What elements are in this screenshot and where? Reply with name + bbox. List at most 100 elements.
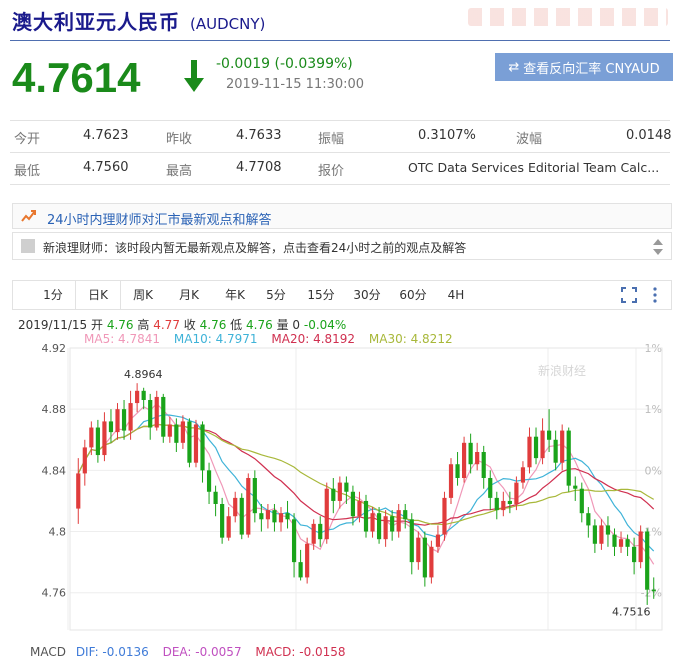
candle-body xyxy=(507,500,512,504)
y-tick-label: 4.84 xyxy=(42,464,67,477)
candle-body xyxy=(520,467,526,483)
macd-title: MACD xyxy=(30,645,66,659)
candle-body xyxy=(403,510,408,520)
quote-divider xyxy=(10,152,670,153)
candle-body xyxy=(390,516,395,532)
high-label: 最高 xyxy=(166,164,193,179)
fullscreen-icon[interactable] xyxy=(621,287,637,303)
macd-value: MACD: -0.0158 xyxy=(255,645,346,659)
info-close-label: 收 xyxy=(183,318,196,332)
macd-dif: DIF: -0.0136 xyxy=(75,645,149,659)
tab-yearly[interactable]: 年K xyxy=(215,281,255,309)
candle-body xyxy=(259,513,264,520)
tab-15min[interactable]: 15分 xyxy=(301,281,341,309)
x-tick-label: 2019/11/15 xyxy=(604,642,667,643)
candle-body xyxy=(121,409,127,431)
reverse-rate-button[interactable]: ⇄ 查看反向汇率 CNYAUD xyxy=(495,53,673,81)
tab-daily[interactable]: 日K xyxy=(75,281,121,309)
candle-body xyxy=(370,513,375,532)
y-tick-label: 4.92 xyxy=(42,342,67,355)
candle-body xyxy=(174,424,179,443)
candle-body xyxy=(468,442,473,465)
candle-body xyxy=(89,427,94,448)
candle-body xyxy=(239,497,244,535)
candle-body xyxy=(180,421,185,443)
candle-body xyxy=(141,390,146,400)
info-pct: -0.04% xyxy=(303,318,347,332)
scroll-down-icon[interactable] xyxy=(653,249,663,255)
candle-body xyxy=(514,482,519,504)
pct-tick-label: 0% xyxy=(645,464,662,477)
candle-body xyxy=(363,500,369,532)
open-value: 4.7623 xyxy=(83,128,129,143)
prev-close-value: 4.7633 xyxy=(236,128,282,143)
tab-60min[interactable]: 60分 xyxy=(393,281,433,309)
candle-body xyxy=(220,504,225,538)
y-tick-label: 4.76 xyxy=(42,587,67,600)
source-value: OTC Data Services Editorial Team Calc... xyxy=(408,160,660,175)
candle-body xyxy=(200,424,205,471)
candle-body xyxy=(311,523,316,544)
max-annotation: 4.8964 xyxy=(124,368,163,381)
swap-icon: ⇄ xyxy=(508,59,520,75)
quote-divider xyxy=(10,184,670,185)
candle-body xyxy=(324,488,329,540)
candle-body xyxy=(448,464,454,498)
candle-body xyxy=(272,510,277,523)
candle-body xyxy=(599,525,604,544)
info-vol-label: 量 xyxy=(276,318,289,332)
candle-body xyxy=(638,531,643,563)
candle-body xyxy=(442,497,447,535)
candle-body xyxy=(488,478,493,498)
watermark: 新浪财经 xyxy=(538,363,586,378)
tab-monthly[interactable]: 月K xyxy=(169,281,209,309)
prev-close-label: 昨收 xyxy=(166,132,193,147)
candle-body xyxy=(540,430,545,459)
tab-30min[interactable]: 30分 xyxy=(347,281,387,309)
avatar xyxy=(21,239,35,253)
x-tick-label: 2019/9/3 xyxy=(43,642,92,643)
more-icon[interactable] xyxy=(651,287,659,303)
info-open-label: 开 xyxy=(91,318,104,332)
candle-body xyxy=(586,513,591,526)
candle-body xyxy=(416,537,421,563)
candle-body xyxy=(547,430,552,440)
candle-body xyxy=(481,452,486,478)
page-title: 澳大利亚元人民币 xyxy=(12,10,180,34)
amplitude-value: 0.3107% xyxy=(418,128,476,143)
candlestick-chart[interactable]: 4.921%4.881%4.840%4.8-1%4.76-2%2019/9/32… xyxy=(0,340,680,643)
candle-body xyxy=(383,516,388,540)
candle-body xyxy=(376,513,382,540)
candle-body xyxy=(566,430,571,486)
advisor-news-header[interactable]: 24小时内理财师对汇市最新观点和解答 xyxy=(12,203,672,229)
tab-4h[interactable]: 4H xyxy=(441,281,471,309)
scroll-up-icon[interactable] xyxy=(653,239,663,245)
down-arrow-icon xyxy=(184,60,204,92)
candle-body xyxy=(252,478,257,514)
tab-5min[interactable]: 5分 xyxy=(259,281,293,309)
candle-body xyxy=(605,525,611,535)
pct-tick-label: 1% xyxy=(645,403,662,416)
candle-body xyxy=(344,482,349,492)
currency-code: (AUDCNY) xyxy=(190,15,266,33)
candle-body xyxy=(501,500,506,511)
tab-1min[interactable]: 1分 xyxy=(35,281,71,309)
candle-body xyxy=(305,543,310,578)
info-vol: 0 xyxy=(292,318,301,332)
candle-body xyxy=(226,516,231,538)
candle-body xyxy=(108,421,114,433)
candle-body xyxy=(455,464,460,478)
tab-weekly[interactable]: 周K xyxy=(123,281,163,309)
candle-body xyxy=(409,519,414,563)
advisor-news-item[interactable]: 新浪理财师：该时段内暂无最新观点及解答，点击查看24小时之前的观点及解答 xyxy=(12,232,672,260)
candle-body xyxy=(82,447,87,474)
candle-body xyxy=(285,513,290,520)
candle-body xyxy=(553,439,558,463)
advisor-news-text: 新浪理财师：该时段内暂无最新观点及解答，点击查看24小时之前的观点及解答 xyxy=(43,241,467,255)
open-label: 今开 xyxy=(14,132,41,147)
page-header: 澳大利亚元人民币 (AUDCNY) xyxy=(12,6,265,36)
info-open: 4.76 xyxy=(106,318,134,332)
candle-body xyxy=(331,488,336,501)
info-high-label: 高 xyxy=(137,318,150,332)
candle-body xyxy=(161,396,166,437)
